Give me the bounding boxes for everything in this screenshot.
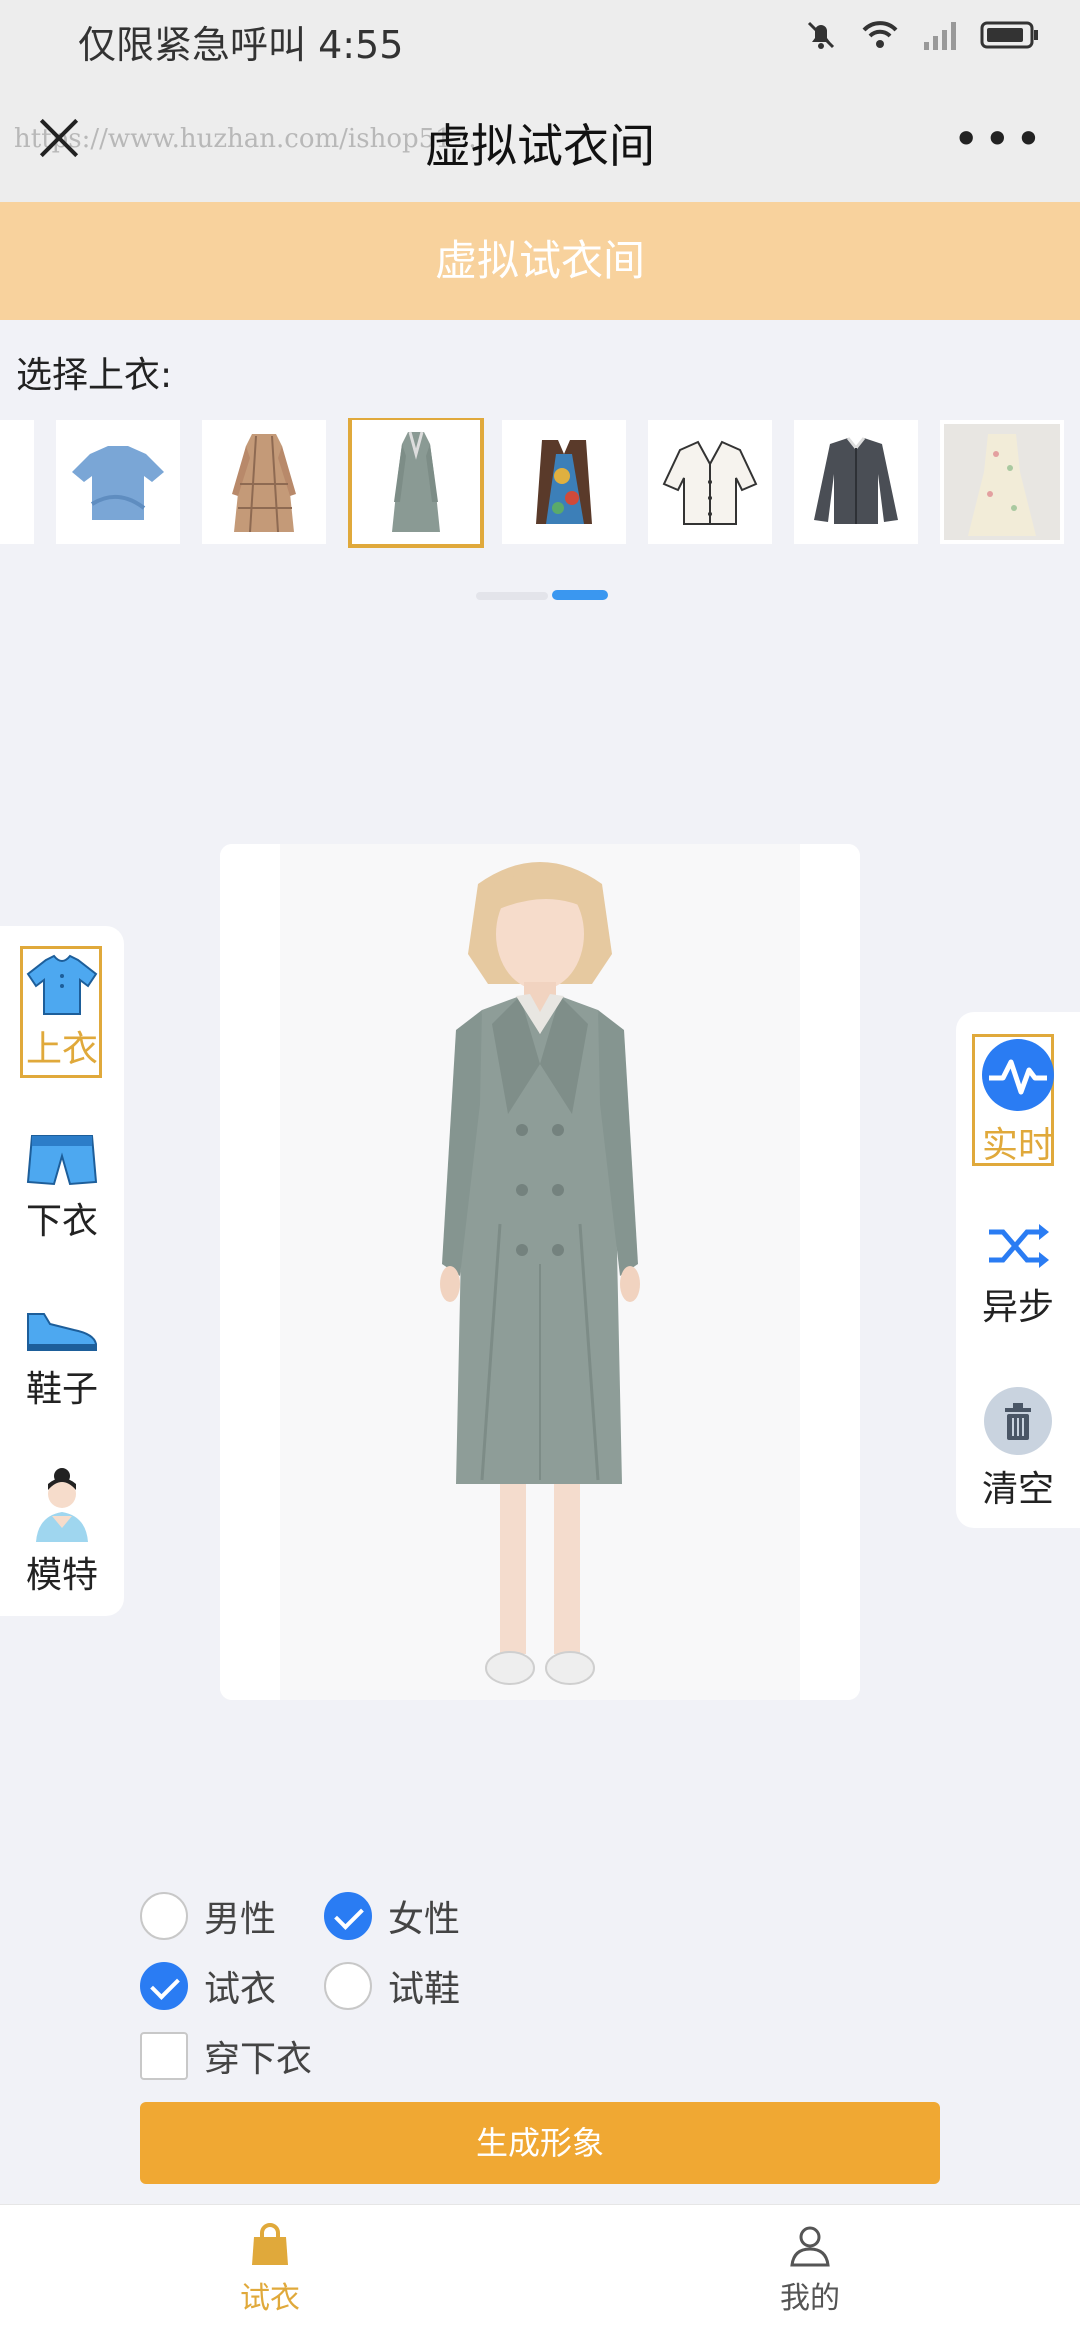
select-top-label: 选择上衣: [16, 355, 173, 396]
checkbox-wear-bottom[interactable] [140, 2032, 188, 2080]
left-tool-panel: 上衣 下衣 鞋子 模特 [0, 926, 124, 1616]
tool-label: 异步 [981, 1287, 1054, 1328]
floral-dress-image [944, 424, 1060, 540]
cloth-floral-dress[interactable] [940, 420, 1064, 544]
gray-coat-dress-image [392, 431, 440, 532]
banner: 虚拟试衣间 [0, 202, 1080, 320]
tool-label: 下衣 [25, 1201, 98, 1242]
tab-try-on[interactable]: 试衣 [170, 2223, 370, 2317]
battery-icon [980, 21, 1038, 49]
cloth-gray-coat-dress[interactable] [348, 418, 484, 548]
shuffle-icon [989, 1224, 1049, 1268]
option-female[interactable]: 女性 [324, 1890, 460, 1942]
cloth-blue-top[interactable] [56, 420, 180, 544]
cloth-white-blouse[interactable] [648, 420, 772, 544]
tab-label: 我的 [780, 2281, 840, 2316]
signal-icon [924, 22, 956, 50]
status-bar: 仅限紧急呼叫 4:55 [0, 0, 1080, 72]
tool-label: 清空 [981, 1469, 1054, 1510]
tab-label: 试衣 [240, 2281, 300, 2316]
generate-button[interactable]: 生成形象 [140, 2102, 940, 2184]
radio-try-shoes[interactable] [324, 1962, 372, 2010]
tool-label: 鞋子 [25, 1369, 98, 1410]
bag-icon [252, 2223, 288, 2265]
shirt-icon [26, 954, 98, 1015]
cloth-partial[interactable] [0, 420, 34, 544]
carousel-dot [476, 592, 548, 600]
patterned-vest-image [536, 440, 592, 524]
model-preview-image [220, 844, 860, 1700]
shorts-icon [26, 1135, 98, 1186]
banner-title: 虚拟试衣间 [434, 236, 645, 285]
tool-label: 实时 [981, 1125, 1054, 1166]
white-blouse-image [662, 440, 758, 525]
plaid-dress-image [232, 434, 296, 533]
carousel-dot-active [552, 590, 608, 600]
tool-model[interactable]: 模特 [0, 1466, 124, 1598]
option-wear-bottom[interactable]: 穿下衣 [140, 2030, 312, 2082]
option-try-shoes[interactable]: 试鞋 [324, 1960, 460, 2012]
pulse-icon [982, 1039, 1054, 1111]
tool-top[interactable]: 上衣 [0, 954, 124, 1072]
mode-async[interactable]: 异步 [956, 1218, 1080, 1330]
shoe-icon [27, 1313, 97, 1351]
bell-muted-icon [807, 21, 835, 49]
user-icon [790, 2226, 830, 2267]
status-text: 仅限紧急呼叫 4:55 [78, 23, 404, 67]
cloth-dark-cardigan[interactable] [794, 420, 918, 544]
status-icons [804, 18, 1040, 52]
mode-realtime[interactable]: 实时 [956, 1038, 1080, 1168]
option-try-clothes-label: 试衣 [204, 1969, 277, 2010]
tool-label: 模特 [25, 1555, 98, 1596]
option-wear-bottom-label: 穿下衣 [204, 2039, 313, 2080]
radio-female[interactable] [324, 1892, 372, 1940]
model-icon [36, 1468, 88, 1542]
clear-button[interactable]: 清空 [956, 1386, 1080, 1512]
clothing-carousel[interactable] [0, 418, 1080, 554]
carousel-indicator [0, 590, 1080, 602]
dark-cardigan-image [814, 437, 898, 524]
more-menu-button[interactable]: ••• [953, 112, 1046, 166]
blue-top-image [72, 446, 164, 520]
wifi-icon [862, 21, 898, 48]
right-tool-panel: 实时 异步 清空 [956, 1012, 1080, 1528]
tab-bar: 试衣 我的 [0, 2204, 1080, 2340]
option-try-clothes[interactable]: 试衣 [140, 1960, 276, 2012]
model-preview [220, 844, 860, 1700]
option-male-label: 男性 [204, 1899, 277, 1940]
tab-mine[interactable]: 我的 [710, 2223, 910, 2317]
option-male[interactable]: 男性 [140, 1890, 276, 1942]
radio-male[interactable] [140, 1892, 188, 1940]
tool-label: 上衣 [25, 1029, 98, 1070]
cloth-plaid-dress[interactable] [202, 420, 326, 544]
cloth-patterned-vest[interactable] [502, 420, 626, 544]
tool-bottom[interactable]: 下衣 [0, 1132, 124, 1244]
option-female-label: 女性 [388, 1899, 461, 1940]
tool-shoes[interactable]: 鞋子 [0, 1306, 124, 1412]
radio-try-clothes[interactable] [140, 1962, 188, 2010]
option-try-shoes-label: 试鞋 [388, 1969, 461, 2010]
page-title: 虚拟试衣间 [425, 119, 655, 173]
nav-bar: https://www.huzhan.com/ishop51... 虚拟试衣间 … [0, 72, 1080, 202]
trash-icon [984, 1387, 1052, 1455]
